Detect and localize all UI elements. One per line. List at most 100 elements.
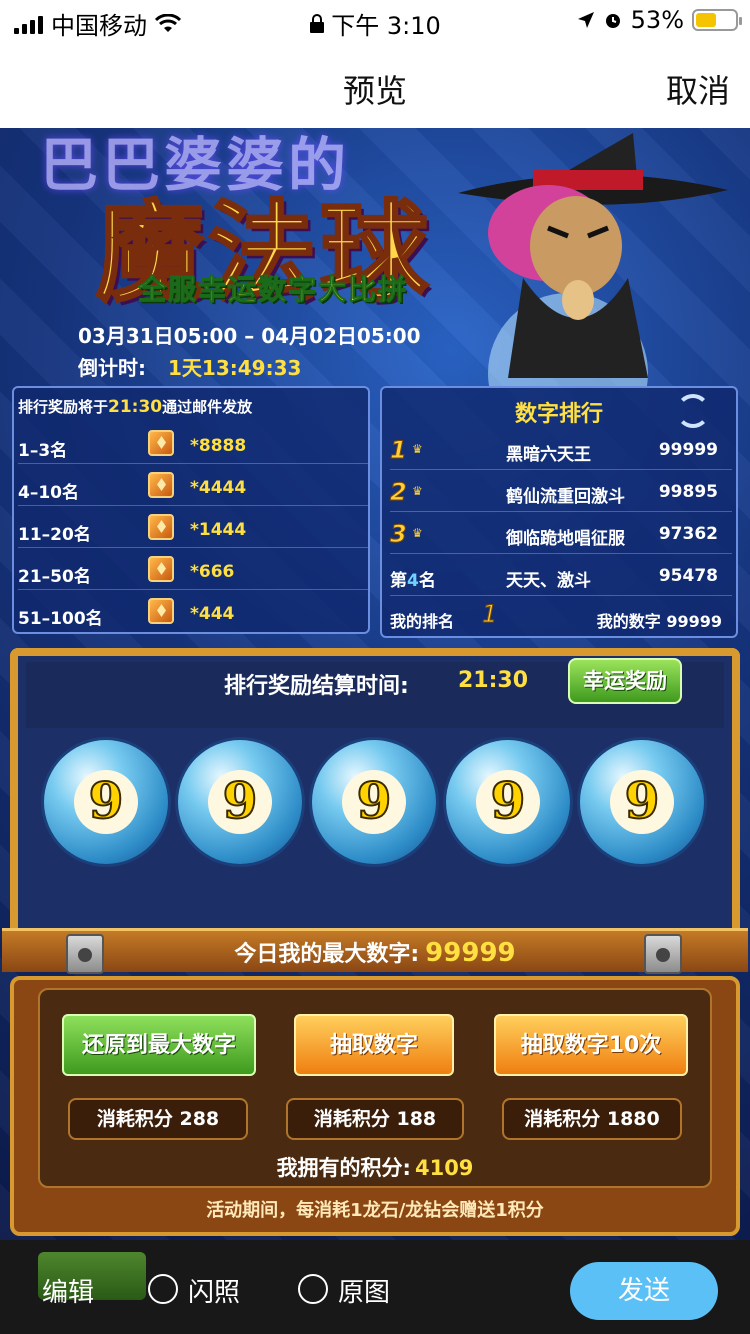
magic-ball: 9 <box>312 740 436 864</box>
reward-rank: 51–100名 <box>18 609 103 629</box>
draw-ten-cost: 消耗积分 1880 <box>502 1098 682 1140</box>
lock-icon <box>310 13 325 33</box>
reward-amount: *4444 <box>190 478 247 498</box>
magic-ball: 9 <box>44 740 168 864</box>
reward-note-prefix: 排行奖励将于 <box>18 398 109 416</box>
dragon-stone-icon <box>148 430 174 456</box>
player-score: 99999 <box>658 440 718 460</box>
original-radio[interactable] <box>298 1274 328 1304</box>
flash-radio[interactable] <box>148 1274 178 1304</box>
reward-row: 4–10名 *4444 <box>18 468 368 506</box>
player-score: 99895 <box>658 482 718 502</box>
reward-row: 1–3名 *8888 <box>18 426 368 464</box>
bottom-toolbar: 编辑 闪照 原图 发送 <box>0 1240 750 1334</box>
restore-cost: 消耗积分 288 <box>68 1098 248 1140</box>
witch-character-illustration <box>458 133 728 388</box>
status-bar: 中国移动 下午 3:10 53% <box>0 0 750 44</box>
reward-amount: *1444 <box>190 520 247 540</box>
settle-label: 排行奖励结算时间: <box>224 674 409 699</box>
draw-number-button[interactable]: 抽取数字 <box>294 1014 454 1076</box>
ranking-row: 2 ♛ 鹤仙流重回激斗 99895 <box>390 472 732 512</box>
flash-label[interactable]: 闪照 <box>188 1272 240 1309</box>
reward-amount: *666 <box>190 562 235 582</box>
dragon-stone-icon <box>148 514 174 540</box>
reward-note-suffix: 通过邮件发放 <box>162 398 253 416</box>
battery-percent: 53% <box>630 6 684 34</box>
magic-ball: 9 <box>580 740 704 864</box>
points-value: 4109 <box>414 1156 474 1180</box>
restore-max-button[interactable]: 还原到最大数字 <box>62 1014 256 1076</box>
crown-icon: ♛ <box>412 526 423 540</box>
max-today-label: 今日我的最大数字: <box>234 942 420 967</box>
crown-icon: ♛ <box>412 484 423 498</box>
my-rank-medal-icon: 1 <box>481 600 498 629</box>
points-label: 我拥有的积分: <box>276 1156 411 1180</box>
ranking-panel: 数字排行 1 ♛ 黑暗六天王 99999 2 ♛ 鹤仙流重回激斗 99895 3 ♛ … <box>380 386 738 638</box>
countdown-label: 倒计时: <box>78 356 146 380</box>
rank-suffix: 名 <box>418 571 436 591</box>
battery-icon <box>692 9 742 31</box>
ball-digit: 9 <box>74 770 138 834</box>
my-number: 我的数字 99999 <box>597 608 722 632</box>
ranking-row: 3 ♛ 御临跪地唱征服 97362 <box>390 514 732 554</box>
draw-ten-button[interactable]: 抽取数字10次 <box>494 1014 688 1076</box>
max-today-value: 99999 <box>425 938 516 968</box>
my-number-value: 99999 <box>666 612 722 631</box>
send-button[interactable]: 发送 <box>570 1262 718 1320</box>
reward-panel: 排行奖励将于21:30通过邮件发放 1–3名 *8888 4–10名 *4444… <box>12 386 370 634</box>
reward-rank: 11–20名 <box>18 525 91 545</box>
edit-button[interactable]: 编辑 <box>42 1272 94 1309</box>
activity-note: 活动期间，每消耗1龙石/龙钻会赠送1积分 <box>206 1200 544 1221</box>
original-label[interactable]: 原图 <box>338 1272 390 1309</box>
magic-ball: 9 <box>446 740 570 864</box>
reward-amount: *8888 <box>190 436 247 456</box>
game-screenshot: 巴巴婆婆的 魔法球 全服幸运数字大比拼 03月31日05:00 – 04月02日… <box>0 128 750 1240</box>
player-name: 鹤仙流重回激斗 <box>506 487 625 507</box>
rank-medal-icon: 2 <box>390 478 408 507</box>
location-icon <box>577 12 594 28</box>
reward-rank: 21–50名 <box>18 567 91 587</box>
player-name: 天天、激斗 <box>506 571 591 591</box>
ball-digit: 9 <box>208 770 272 834</box>
player-name: 黑暗六天王 <box>506 445 591 465</box>
reward-rank: 1–3名 <box>18 441 68 461</box>
nav-bar: 预览 取消 <box>0 44 750 128</box>
my-points: 我拥有的积分: 4109 <box>0 1152 750 1182</box>
player-name: 御临跪地唱征服 <box>506 529 625 549</box>
rank-medal-icon: 3 <box>390 520 408 549</box>
refresh-icon[interactable] <box>676 394 710 428</box>
draw-cost: 消耗积分 188 <box>286 1098 464 1140</box>
reward-note: 排行奖励将于21:30通过邮件发放 <box>18 396 252 417</box>
crown-icon: ♛ <box>412 442 423 456</box>
reward-rank: 4–10名 <box>18 483 79 503</box>
rank-prefix: 第 <box>390 571 407 591</box>
event-dates: 03月31日05:00 – 04月02日05:00 <box>78 324 421 348</box>
banner-subtitle: 全服幸运数字大比拼 <box>137 273 409 307</box>
reward-note-time: 21:30 <box>108 397 163 417</box>
ball-digit: 9 <box>610 770 674 834</box>
status-right: 53% <box>577 6 742 34</box>
magic-ball: 9 <box>178 740 302 864</box>
ranking-row: 1 ♛ 黑暗六天王 99999 <box>390 430 732 470</box>
reward-row: 51–100名 *444 <box>18 594 368 632</box>
rank-number: 4 <box>407 571 419 591</box>
settle-time: 21:30 <box>458 668 529 693</box>
dragon-stone-icon <box>148 598 174 624</box>
my-rank-label: 我的排名 <box>390 612 455 631</box>
ranking-row: 第4名 天天、激斗 95478 <box>390 556 732 596</box>
player-score: 95478 <box>658 566 718 586</box>
reward-row: 21–50名 *666 <box>18 552 368 590</box>
cancel-button[interactable]: 取消 <box>666 66 730 112</box>
lucky-reward-button[interactable]: 幸运奖励 <box>568 658 682 704</box>
reward-amount: *444 <box>190 604 235 624</box>
page-title: 预览 <box>342 72 407 110</box>
magic-balls: 9 9 9 9 9 <box>44 740 710 870</box>
max-today: 今日我的最大数字: 99999 <box>0 936 750 968</box>
countdown: 倒计时: 1天13:49:33 <box>78 352 301 381</box>
reward-row: 11–20名 *1444 <box>18 510 368 548</box>
player-score: 97362 <box>658 524 718 544</box>
ball-digit: 9 <box>342 770 406 834</box>
my-number-label: 我的数字 <box>596 612 661 631</box>
countdown-value: 1天13:49:33 <box>168 356 302 380</box>
ball-digit: 9 <box>476 770 540 834</box>
